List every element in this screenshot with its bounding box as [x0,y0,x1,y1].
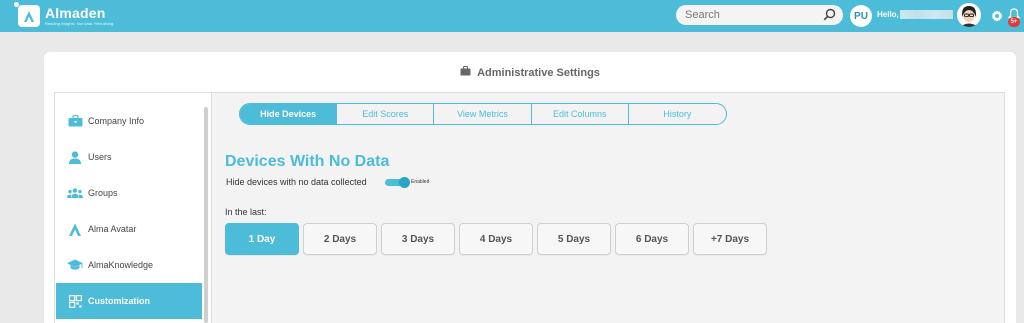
hide-devices-toggle[interactable] [385,177,410,188]
app-name: Almaden [45,5,106,21]
sidebar-scrollbar[interactable] [204,107,208,323]
in-the-last-label: In the last: [225,207,267,217]
sidebar-item-groups[interactable]: Groups [56,175,202,211]
day-option-4-days[interactable]: 4 Days [459,223,533,255]
tab-hide-devices[interactable]: Hide Devices [240,104,338,124]
day-option-6-days[interactable]: 6 Days [615,223,689,255]
sidebar-item-almaknowledge[interactable]: AlmaKnowledge [56,247,202,283]
page-header: Administrative Settings [44,66,1016,79]
settings-sidebar: Company Info Users Groups Alma Avatar Al… [54,92,212,323]
graduation-cap-icon [67,258,83,272]
section-title: Devices With No Data [225,153,390,170]
user-photo-avatar[interactable] [957,3,981,27]
toggle-knob [399,177,410,188]
greeting-text: Hello, [877,10,899,19]
sidebar-item-alma-avatar[interactable]: Alma Avatar [56,211,202,247]
user-initials-avatar[interactable]: PU [850,5,872,27]
tab-history[interactable]: History [629,104,726,124]
tab-edit-columns[interactable]: Edit Columns [532,104,629,124]
sidebar-item-company-info[interactable]: Company Info [56,103,202,139]
tab-edit-scores[interactable]: Edit Scores [337,104,435,124]
gear-icon[interactable] [991,9,1003,27]
search-box [676,5,843,25]
briefcase-icon [67,114,83,128]
app-logo[interactable]: Almaden Reading insights. Not data. Rebu… [14,2,114,28]
app-tagline: Reading insights. Not data. Rebuilding [45,21,114,26]
customization-panel: Hide Devices Edit Scores View Metrics Ed… [211,92,1005,323]
search-icon[interactable] [823,8,836,26]
day-option-2-days[interactable]: 2 Days [303,223,377,255]
hide-devices-toggle-label: Hide devices with no data collected [226,177,367,187]
page-title: Administrative Settings [477,66,600,79]
toggle-state-label: Enabled [411,179,430,185]
day-range-options: 1 Day 2 Days 3 Days 4 Days 5 Days 6 Days… [225,223,767,255]
sidebar-item-label: Customization [88,296,150,306]
sidebar-item-users[interactable]: Users [56,139,202,175]
sidebar-item-label: Alma Avatar [88,224,137,234]
sidebar-item-label: AlmaKnowledge [88,260,154,270]
top-bar: Almaden Reading insights. Not data. Rebu… [0,0,1024,32]
redacted-username [900,10,953,19]
day-option-1-day[interactable]: 1 Day [225,223,299,255]
day-option-5-days[interactable]: 5 Days [537,223,611,255]
briefcase-icon [460,66,471,79]
settings-tabs: Hide Devices Edit Scores View Metrics Ed… [239,103,727,125]
tab-view-metrics[interactable]: View Metrics [434,104,532,124]
almaden-logo-icon [14,2,40,27]
grid-icon [67,294,83,308]
search-input[interactable] [685,7,820,23]
sidebar-item-label: Users [88,152,112,162]
day-option-7-plus-days[interactable]: +7 Days [693,223,767,255]
sidebar-item-label: Company Info [88,116,145,126]
groups-icon [67,186,83,200]
sidebar-item-label: Groups [88,188,118,198]
user-icon [67,150,83,164]
sidebar-item-customization[interactable]: Customization [56,283,202,319]
day-option-3-days[interactable]: 3 Days [381,223,455,255]
alma-avatar-icon [67,222,83,236]
settings-card: Administrative Settings Company Info Use… [44,52,1016,323]
notification-badge: 5+ [1008,17,1020,27]
